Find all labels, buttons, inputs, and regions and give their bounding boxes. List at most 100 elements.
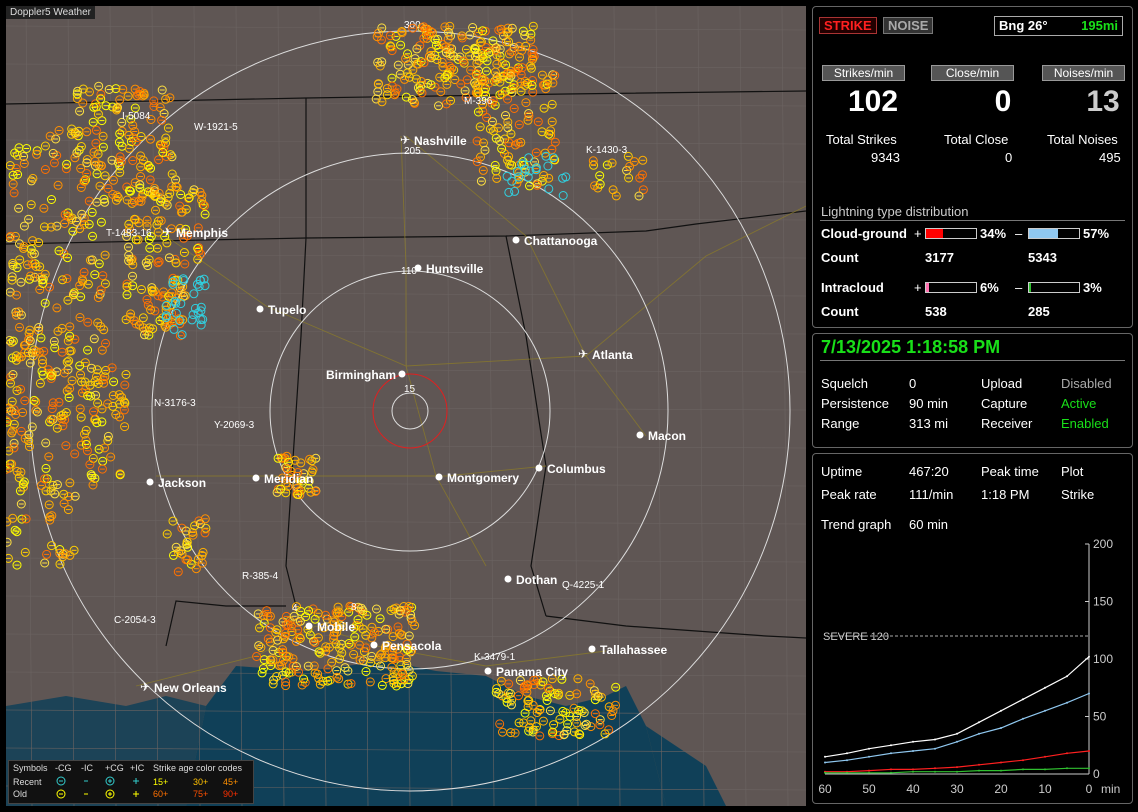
trend-point xyxy=(868,755,870,758)
y-tick-label: 0 xyxy=(1093,767,1100,781)
ic-plus-sign: + xyxy=(914,280,922,295)
storm-track-label: M-396 xyxy=(464,96,493,107)
legend-col-pos-cg: +CG xyxy=(105,763,124,773)
legend-age-title: Strike age color codes xyxy=(153,763,243,773)
persistence-label: Persistence xyxy=(821,396,889,411)
city-dot xyxy=(146,478,154,486)
cg-plus-count: 3177 xyxy=(925,250,954,265)
trend-point xyxy=(1066,752,1068,755)
trend-point xyxy=(824,755,826,758)
lightning-map[interactable]: 300 205 110 15 ✈ Nashville ✈ Memphis Chattanooga… xyxy=(6,6,806,806)
ic-plus-count: 538 xyxy=(925,304,947,319)
city-label: Meridian xyxy=(264,472,313,486)
y-tick-label: 150 xyxy=(1093,595,1113,609)
peak-time-value: 1:18 PM xyxy=(981,487,1030,502)
capture-value: Active xyxy=(1061,396,1097,411)
total-strikes-label: Total Strikes xyxy=(826,132,897,147)
city-dot xyxy=(636,431,644,439)
trend-point xyxy=(890,771,892,774)
legend-age-30: 30+ xyxy=(193,777,209,787)
legend-col-neg-ic: -IC xyxy=(81,763,93,773)
receiver-value: Enabled xyxy=(1061,416,1109,431)
trend-point xyxy=(1066,701,1068,704)
storm-track-label: W-1921-5 xyxy=(194,122,238,133)
legend-symbol-grid xyxy=(56,776,139,799)
cg-plus-percent: 34% xyxy=(980,226,1007,241)
trend-point xyxy=(912,750,914,752)
city-label: Dothan xyxy=(516,573,557,587)
noise-button[interactable]: NOISE xyxy=(883,17,934,34)
range-value: 313 mi xyxy=(909,416,949,431)
city-dot xyxy=(484,667,492,675)
city-new-orleans: ✈ New Orleans xyxy=(140,680,227,695)
trend-point xyxy=(890,744,892,747)
uptime-value: 467:20 xyxy=(909,464,949,479)
x-tick-label: 20 xyxy=(994,782,1008,796)
city-nashville: ✈ Nashville xyxy=(400,133,467,148)
airport-icon: ✈ xyxy=(578,347,588,361)
distribution-divider xyxy=(820,220,1125,221)
peak-rate-value: 111/min xyxy=(909,487,954,502)
city-label: New Orleans xyxy=(154,681,227,695)
trend-point xyxy=(1044,768,1046,771)
trend-point xyxy=(1000,761,1002,764)
trend-point xyxy=(824,761,826,764)
trend-point xyxy=(890,768,892,771)
storm-track-label: 8 xyxy=(351,602,357,613)
y-tick-label: 100 xyxy=(1093,652,1113,666)
city-dot xyxy=(256,305,264,313)
storm-track-label: 4 xyxy=(292,603,298,614)
distance-value: 195mi xyxy=(1081,18,1118,33)
trend-point xyxy=(1088,750,1090,752)
legend-age-15: 15+ xyxy=(153,777,169,787)
trend-series-line xyxy=(824,692,1090,764)
trend-point xyxy=(1022,768,1024,771)
trend-graph-label: Trend graph xyxy=(821,517,892,532)
city-dot xyxy=(414,264,422,272)
city-birmingham: Birmingham xyxy=(326,368,406,382)
distribution-title: Lightning type distribution xyxy=(821,204,969,219)
trend-point xyxy=(912,768,914,771)
trend-chart: 20015010050060 50 40 30 20 10 0 minSEVERE 120 xyxy=(818,537,1120,796)
x-tick-label: 30 xyxy=(950,782,964,796)
city-montgomery: Montgomery xyxy=(435,471,519,485)
trend-point xyxy=(1000,709,1002,712)
ic-minus-count: 285 xyxy=(1028,304,1050,319)
ic-count-label: Count xyxy=(821,304,859,319)
trend-graph-value: 60 min xyxy=(909,517,949,532)
map-canvas[interactable]: 30020511015✈ Nashville✈ MemphisChattanooga… xyxy=(6,6,806,806)
city-dot xyxy=(370,641,378,649)
symbol-legend: Symbols -CG -IC +CG +IC Strike age color… xyxy=(8,760,254,804)
airport-icon: ✈ xyxy=(162,225,172,239)
total-noises-label: Total Noises xyxy=(1047,132,1118,147)
trend-point xyxy=(1000,727,1002,729)
plot-value[interactable]: Strike xyxy=(1061,487,1094,502)
cg-minus-count: 5343 xyxy=(1028,250,1057,265)
city-memphis: ✈ Memphis xyxy=(162,225,228,240)
y-tick-label: 50 xyxy=(1093,710,1107,724)
bearing-box: Bng 26° 195mi xyxy=(994,16,1123,36)
noises-per-min-value: 13 xyxy=(1086,85,1120,118)
trend-point xyxy=(1000,769,1002,772)
ic-minus-sign: – xyxy=(1015,280,1023,295)
trend-point xyxy=(1066,767,1068,770)
storm-track-label: Q-4225-1 xyxy=(562,580,605,591)
trend-point xyxy=(1088,655,1090,658)
cg-count-label: Count xyxy=(821,250,859,265)
city-label: Panama City xyxy=(496,665,568,679)
trend-point xyxy=(978,721,980,724)
ic-plus-percent: 6% xyxy=(980,280,999,295)
trend-point xyxy=(1044,686,1046,689)
legend-old-label: Old xyxy=(13,789,28,799)
trend-point xyxy=(978,732,980,735)
legend-col-pos-ic: +IC xyxy=(130,763,145,773)
city-dot xyxy=(535,464,543,472)
trend-point xyxy=(956,766,958,769)
city-label: Huntsville xyxy=(426,262,484,276)
legend-age-90: 90+ xyxy=(223,789,239,799)
y-tick-label: 200 xyxy=(1093,537,1113,551)
plot-label: Plot xyxy=(1061,464,1084,479)
total-close-value: 0 xyxy=(1005,150,1013,165)
strike-button[interactable]: STRIKE xyxy=(819,17,877,34)
city-dot xyxy=(504,575,512,583)
